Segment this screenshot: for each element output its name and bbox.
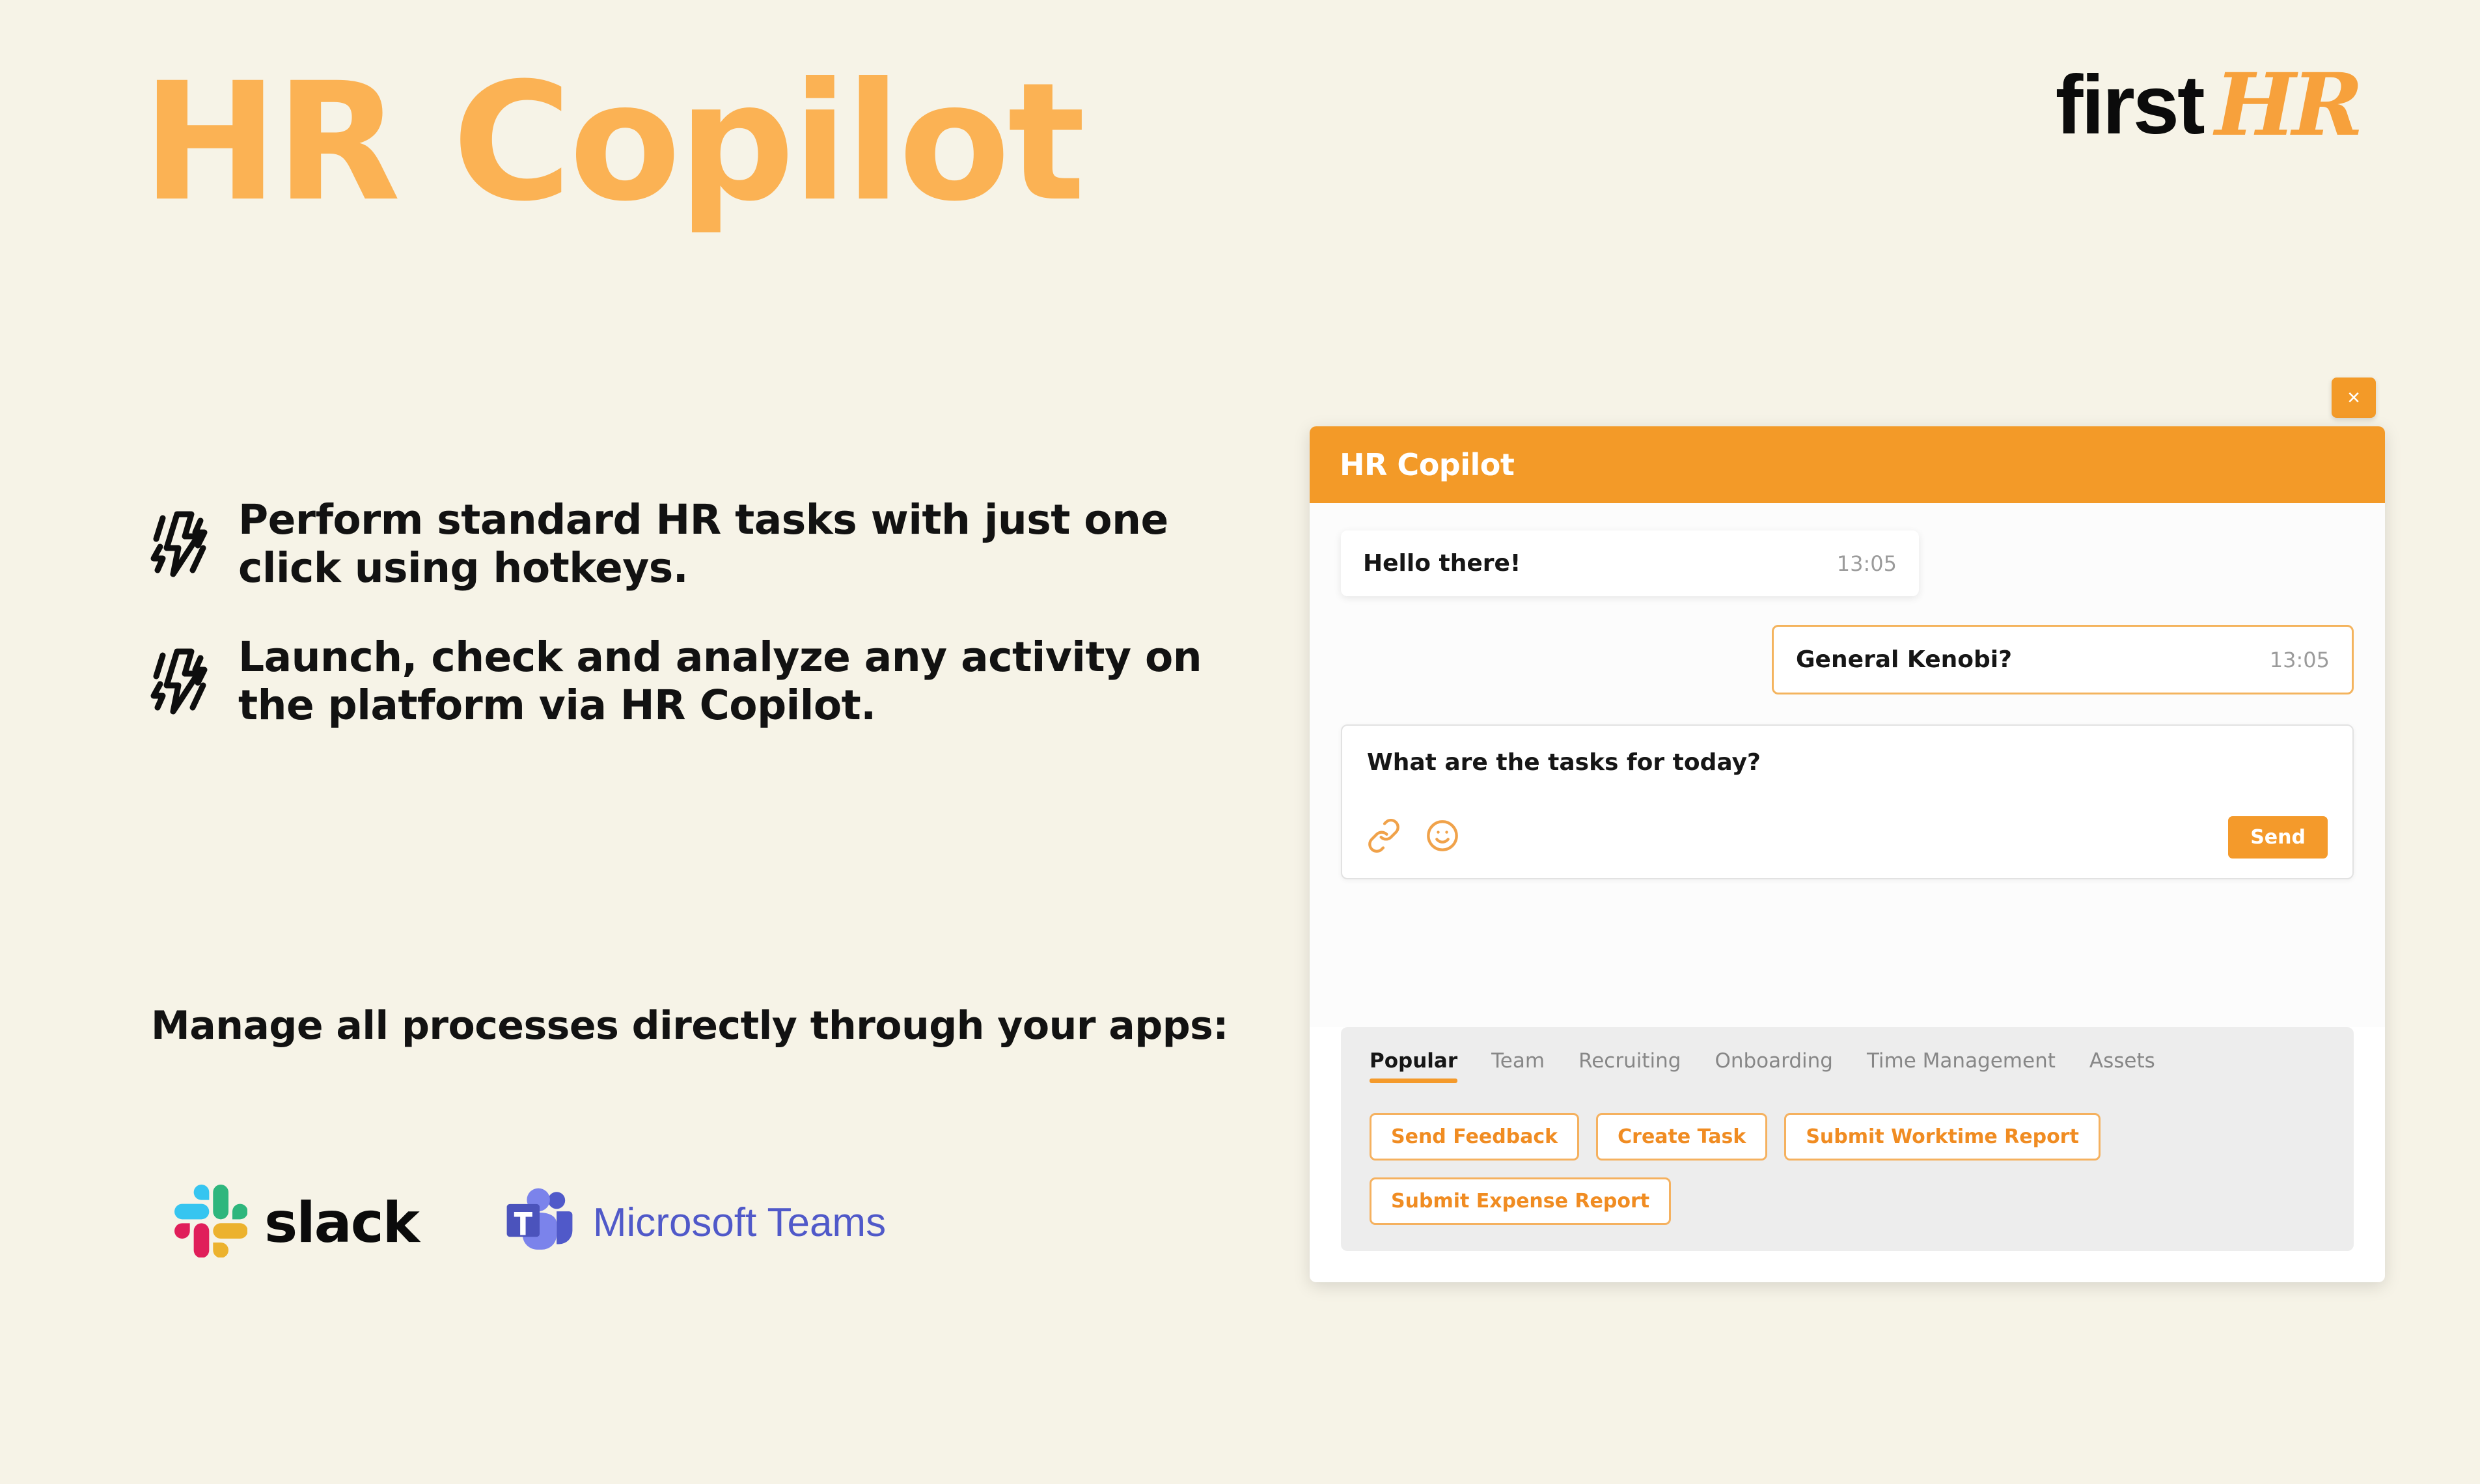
feature-bullets: Perform standard HR tasks with just one … — [148, 496, 1216, 770]
page-title: HR Copilot — [142, 48, 1086, 237]
brand-first-text: first — [2055, 59, 2205, 152]
slack-wordmark: slack — [264, 1190, 420, 1256]
composer-icon-group — [1367, 818, 1459, 856]
bullet-text: Launch, check and analyze any activity o… — [238, 633, 1202, 729]
smiley-icon[interactable] — [1426, 819, 1459, 856]
apps-heading: Manage all processes directly through yo… — [151, 1003, 1228, 1049]
create-task-button[interactable]: Create Task — [1596, 1113, 1768, 1161]
send-feedback-button[interactable]: Send Feedback — [1370, 1113, 1580, 1161]
slack-mark-icon — [174, 1185, 248, 1261]
microsoft-teams-logo: Microsoft Teams — [503, 1185, 886, 1261]
chat-header-title: HR Copilot — [1340, 447, 1515, 482]
brand-logo: first HR — [2055, 55, 2363, 156]
chat-message-outgoing: General Kenobi? 13:05 — [1772, 625, 2354, 694]
send-button[interactable]: Send — [2228, 816, 2328, 859]
tab-recruiting[interactable]: Recruiting — [1578, 1049, 1681, 1083]
composer-toolbar: Send — [1367, 816, 2328, 859]
tab-assets[interactable]: Assets — [2089, 1049, 2155, 1083]
chat-header: HR Copilot — [1310, 426, 2385, 503]
quick-action-buttons: Send Feedback Create Task Submit Worktim… — [1370, 1113, 2325, 1225]
close-icon[interactable]: × — [2332, 378, 2376, 418]
bullet-text: Perform standard HR tasks with just one … — [238, 496, 1168, 592]
quick-actions-tabs: Popular Team Recruiting Onboarding Time … — [1370, 1049, 2325, 1083]
submit-expense-report-button[interactable]: Submit Expense Report — [1370, 1177, 1672, 1225]
chat-message-time: 13:05 — [1836, 551, 1897, 576]
list-item: Perform standard HR tasks with just one … — [148, 496, 1216, 593]
chat-message-text: General Kenobi? — [1796, 646, 2012, 673]
lightning-bolt-icon — [148, 510, 211, 578]
teams-mark-icon — [503, 1185, 576, 1261]
tab-onboarding[interactable]: Onboarding — [1715, 1049, 1833, 1083]
paperclip-icon[interactable] — [1367, 818, 1401, 856]
lightning-bolt-icon — [148, 648, 211, 715]
slack-logo: slack — [174, 1185, 420, 1261]
teams-wordmark: Microsoft Teams — [592, 1200, 887, 1245]
brand-hr-text: HR — [2214, 55, 2363, 156]
message-input[interactable]: What are the tasks for today? — [1367, 749, 2328, 776]
tab-popular[interactable]: Popular — [1370, 1049, 1458, 1083]
tab-time-management[interactable]: Time Management — [1867, 1049, 2056, 1083]
hr-copilot-chat-widget: HR Copilot Hello there! 13:05 General Ke… — [1310, 426, 2385, 1282]
chat-body: Hello there! 13:05 General Kenobi? 13:05… — [1310, 503, 2385, 1027]
apps-row: slack Microsoft Teams — [174, 1185, 886, 1261]
message-composer[interactable]: What are the tasks for today? Send — [1341, 724, 2354, 879]
chat-message-time: 13:05 — [2269, 647, 2330, 672]
tab-team[interactable]: Team — [1491, 1049, 1545, 1083]
chat-message-text: Hello there! — [1363, 550, 1521, 577]
list-item: Launch, check and analyze any activity o… — [148, 633, 1216, 730]
chat-message-incoming: Hello there! 13:05 — [1341, 530, 1919, 596]
quick-actions-panel: Popular Team Recruiting Onboarding Time … — [1341, 1027, 2354, 1251]
slide-root: first HR HR Copilot Perform standard HR … — [0, 0, 2480, 1484]
submit-worktime-report-button[interactable]: Submit Worktime Report — [1784, 1113, 2101, 1161]
